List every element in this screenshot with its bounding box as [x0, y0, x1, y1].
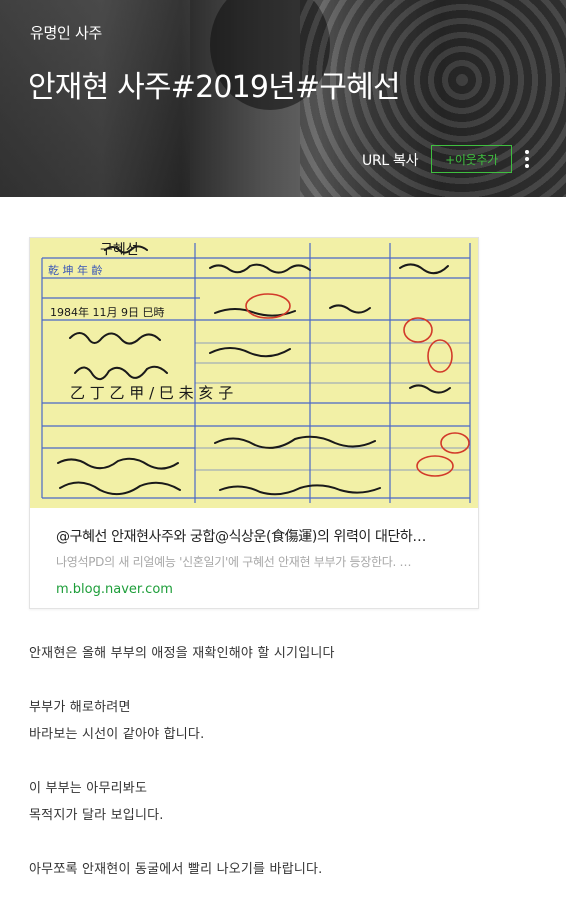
post-body: 안재현은 올해 부부의 애정을 재확인해야 할 시기입니다 부부가 해로하려면 …	[29, 644, 539, 887]
body-line	[29, 671, 539, 698]
link-card-domain[interactable]: m.blog.naver.com	[56, 582, 456, 597]
chart-header-text: 乾 坤 年 齡	[48, 263, 103, 277]
chart-name-text: 구혜선	[100, 242, 139, 258]
body-line	[29, 833, 539, 860]
body-line: 안재현은 올해 부부의 애정을 재확인해야 할 시기입니다	[29, 646, 335, 661]
link-card-description: 나영석PD의 새 리얼예능 '신혼일기'에 구혜선 안재현 부부가 등장한다. …	[56, 555, 412, 569]
body-line: 부부가 해로하려면	[29, 700, 131, 715]
body-line	[29, 752, 539, 779]
header-banner: 유명인 사주 안재현 사주#2019년#구혜선 URL 복사 +이웃추가	[0, 0, 566, 197]
body-line: 아무쪼록 안재현이 동굴에서 빨리 나오기를 바랍니다.	[29, 862, 323, 877]
post-category[interactable]: 유명인 사주	[30, 22, 102, 43]
chart-pillars-text: 乙 丁 乙 甲 / 巳 未 亥 子	[70, 384, 233, 402]
post-title: 안재현 사주#2019년#구혜선	[28, 70, 401, 105]
link-card-text: @구혜선 안재현사주와 궁합@식상운(食傷運)의 위력이 대단하… 나영석PD의…	[56, 526, 456, 597]
body-line: 목적지가 달라 보입니다.	[29, 808, 164, 823]
more-options-icon[interactable]	[521, 148, 533, 170]
chart-birth-text: 1984年 11月 9日 巳時	[50, 305, 164, 319]
saju-chart-image: 구혜선 乾 坤 年 齡 1984年 11月 9日 巳時 乙 丁 乙 甲 / 巳 …	[30, 238, 478, 508]
link-preview-card[interactable]: 구혜선 乾 坤 年 齡 1984年 11月 9日 巳時 乙 丁 乙 甲 / 巳 …	[29, 237, 479, 609]
add-neighbor-button[interactable]: +이웃추가	[431, 145, 512, 173]
handwritten-chart-graphic: 구혜선 乾 坤 年 齡 1984年 11月 9日 巳時 乙 丁 乙 甲 / 巳 …	[30, 238, 478, 508]
url-copy-button[interactable]: URL 복사	[362, 150, 418, 170]
link-card-title[interactable]: @구혜선 안재현사주와 궁합@식상운(食傷運)의 위력이 대단하…	[56, 526, 456, 546]
body-line: 이 부부는 아무리봐도	[29, 781, 148, 796]
body-line: 바라보는 시선이 같아야 합니다.	[29, 727, 205, 742]
